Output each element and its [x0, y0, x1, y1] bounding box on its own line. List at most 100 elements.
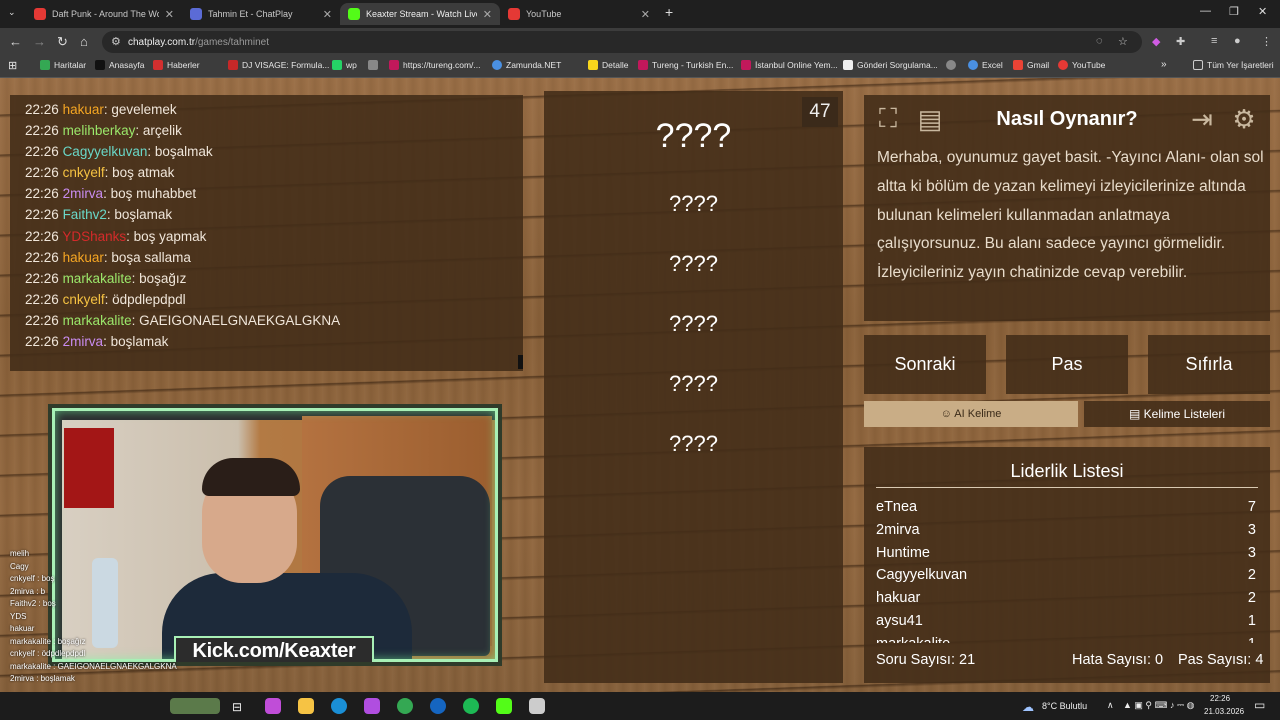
- player-name: Huntime: [876, 544, 930, 561]
- chat-username[interactable]: melihberkay: [63, 123, 136, 138]
- clock-time[interactable]: 22:26: [1210, 694, 1230, 703]
- bookmark-item[interactable]: Detalle: [588, 60, 628, 70]
- bookmark-item[interactable]: https://tureng.com/...: [389, 60, 480, 70]
- tray-arrow-icon[interactable]: ∧: [1107, 700, 1114, 711]
- spotify-icon[interactable]: [463, 698, 479, 714]
- leaderboard-list[interactable]: eTnea 7 2mirva 3 Huntime 3 Cagyyelkuvan 2 hakuar…: [876, 496, 1256, 643]
- bookmark-item[interactable]: [946, 60, 956, 70]
- tab-youtube[interactable]: YouTube ✕: [500, 3, 658, 25]
- chat-username[interactable]: markakalite: [63, 313, 132, 328]
- bookmark-item[interactable]: Zamunda.NET: [492, 60, 561, 70]
- close-window-button[interactable]: ✕: [1258, 5, 1267, 18]
- chat-username[interactable]: cnkyelf: [63, 165, 105, 180]
- settings-gear-icon[interactable]: ⚙: [1224, 99, 1264, 139]
- tab-kick-stream[interactable]: Keaxter Stream - Watch Live on ✕: [340, 3, 500, 25]
- calculator-icon[interactable]: [529, 698, 545, 714]
- weather-text[interactable]: 8°C Bulutlu: [1042, 701, 1087, 711]
- browser-toolbar: ← → ↻ ⌂ ⚙ chatplay.com.tr /games/tahmine…: [0, 28, 1280, 56]
- close-icon[interactable]: ✕: [483, 8, 492, 21]
- bookmark-item[interactable]: Haberler: [153, 60, 200, 70]
- chat-username[interactable]: hakuar: [63, 102, 104, 117]
- all-bookmarks-folder[interactable]: Tüm Yer İşaretleri: [1193, 60, 1274, 70]
- site-info-icon[interactable]: ⚙: [111, 35, 121, 48]
- chat-username[interactable]: cnkyelf: [63, 292, 105, 307]
- tureng-icon: [389, 60, 399, 70]
- globe-icon: [368, 60, 378, 70]
- bookmark-item[interactable]: Anasayfa: [95, 60, 144, 70]
- close-icon[interactable]: ✕: [641, 8, 650, 21]
- edge-icon[interactable]: [331, 698, 347, 714]
- bookmark-item[interactable]: wp: [332, 60, 357, 70]
- overlay-chat-line: markakalite : GAEIGONAELGNAEKGALGKNA: [10, 661, 177, 671]
- folder-icon: [1193, 60, 1203, 70]
- profile-avatar[interactable]: ●: [1234, 35, 1241, 47]
- home-icon[interactable]: ⌂: [80, 34, 88, 49]
- extension-icon[interactable]: ◆: [1152, 35, 1160, 48]
- copilot-icon[interactable]: [265, 698, 281, 714]
- extensions-puzzle-icon[interactable]: ✚: [1176, 35, 1185, 48]
- bookmark-item[interactable]: Tureng - Turkish En...: [638, 60, 733, 70]
- minimize-button[interactable]: —: [1200, 5, 1211, 17]
- address-bar[interactable]: ⚙ chatplay.com.tr /games/tahminet ◌ ☆: [102, 31, 1142, 53]
- app-icon[interactable]: [364, 698, 380, 714]
- chat-username[interactable]: markakalite: [63, 271, 132, 286]
- url-host: chatplay.com.tr: [128, 36, 196, 48]
- next-button[interactable]: Sonraki: [864, 335, 986, 394]
- ai-word-button[interactable]: ☺ AI Kelime: [864, 401, 1078, 427]
- eye-off-icon[interactable]: ◌: [1096, 35, 1103, 47]
- bookmark-item[interactable]: Haritalar: [40, 60, 86, 70]
- notifications-icon[interactable]: ▭: [1254, 698, 1265, 712]
- leaderboard-row: Cagyyelkuvan 2: [876, 564, 1256, 587]
- chat-username[interactable]: Faithv2: [63, 207, 107, 222]
- bookmark-label: Haberler: [167, 60, 200, 70]
- bookmark-item[interactable]: Gmail: [1013, 60, 1049, 70]
- apps-icon[interactable]: ⊞: [8, 59, 17, 72]
- close-icon[interactable]: ✕: [323, 8, 332, 21]
- tab-search-icon[interactable]: ⌄: [8, 7, 16, 18]
- tray-icons[interactable]: ▲ ▣ ⚲ ⌨ ♪ ⎓ ◍: [1123, 700, 1195, 711]
- menu-icon[interactable]: ⋮: [1261, 35, 1272, 48]
- chat-message: 22:26 hakuar: gevelemek: [25, 99, 523, 120]
- chrome-icon[interactable]: [397, 698, 413, 714]
- media-control-icon[interactable]: ≡: [1211, 35, 1217, 47]
- chat-username[interactable]: 2mirva: [63, 334, 104, 349]
- chat-username[interactable]: YDShanks: [62, 229, 126, 244]
- bookmark-item[interactable]: Gönderi Sorgulama...: [843, 60, 938, 70]
- bookmark-item[interactable]: Excel: [968, 60, 1003, 70]
- chat-text: : boşağız: [131, 270, 187, 286]
- reset-button[interactable]: Sıfırla: [1148, 335, 1270, 394]
- bookmark-item[interactable]: [368, 60, 378, 70]
- clock-date[interactable]: 21.03.2026: [1204, 707, 1244, 716]
- chat-username[interactable]: hakuar: [63, 250, 104, 265]
- reload-icon[interactable]: ↻: [57, 34, 68, 50]
- chat-message: 22:26 cnkyelf: ödpdlepdpdl: [25, 289, 523, 310]
- maximize-button[interactable]: ❐: [1229, 5, 1239, 18]
- tab-chatplay[interactable]: Tahmin Et - ChatPlay ✕: [182, 3, 340, 25]
- chat-username[interactable]: 2mirva: [63, 186, 104, 201]
- more-bookmarks-icon[interactable]: »: [1161, 59, 1167, 70]
- chat-scrollbar[interactable]: [518, 355, 523, 369]
- exit-icon[interactable]: ⇥: [1182, 99, 1222, 139]
- bookmark-label: YouTube: [1072, 60, 1106, 70]
- kick-icon[interactable]: [496, 698, 512, 714]
- back-icon[interactable]: ←: [9, 34, 22, 49]
- close-icon[interactable]: ✕: [165, 8, 174, 21]
- excel-icon: [968, 60, 978, 70]
- widgets-icon[interactable]: [170, 698, 220, 714]
- task-view-icon[interactable]: ⊟: [232, 700, 242, 714]
- chat-message: 22:26 markakalite: GAEIGONAELGNAEKGALGKN…: [25, 310, 523, 331]
- bookmark-item[interactable]: İstanbul Online Yem...: [741, 60, 838, 70]
- pass-button[interactable]: Pas: [1006, 335, 1128, 394]
- tab-daft-punk[interactable]: Daft Punk - Around The World ✕: [26, 3, 182, 25]
- chat-username[interactable]: Cagyyelkuvan: [63, 144, 148, 159]
- word-lists-button[interactable]: ▤ Kelime Listeleri: [1084, 401, 1270, 427]
- bookmark-item[interactable]: DJ VISAGE: Formula...: [228, 60, 329, 70]
- forward-icon[interactable]: →: [33, 34, 46, 49]
- new-tab-button[interactable]: +: [665, 4, 673, 20]
- bookmark-item[interactable]: YouTube: [1058, 60, 1105, 70]
- app-icon[interactable]: [430, 698, 446, 714]
- file-explorer-icon[interactable]: [298, 698, 314, 714]
- chat-timestamp: 22:26: [25, 291, 59, 307]
- bookmark-star-icon[interactable]: ☆: [1118, 35, 1128, 48]
- chat-text: : boşlamak: [106, 207, 173, 223]
